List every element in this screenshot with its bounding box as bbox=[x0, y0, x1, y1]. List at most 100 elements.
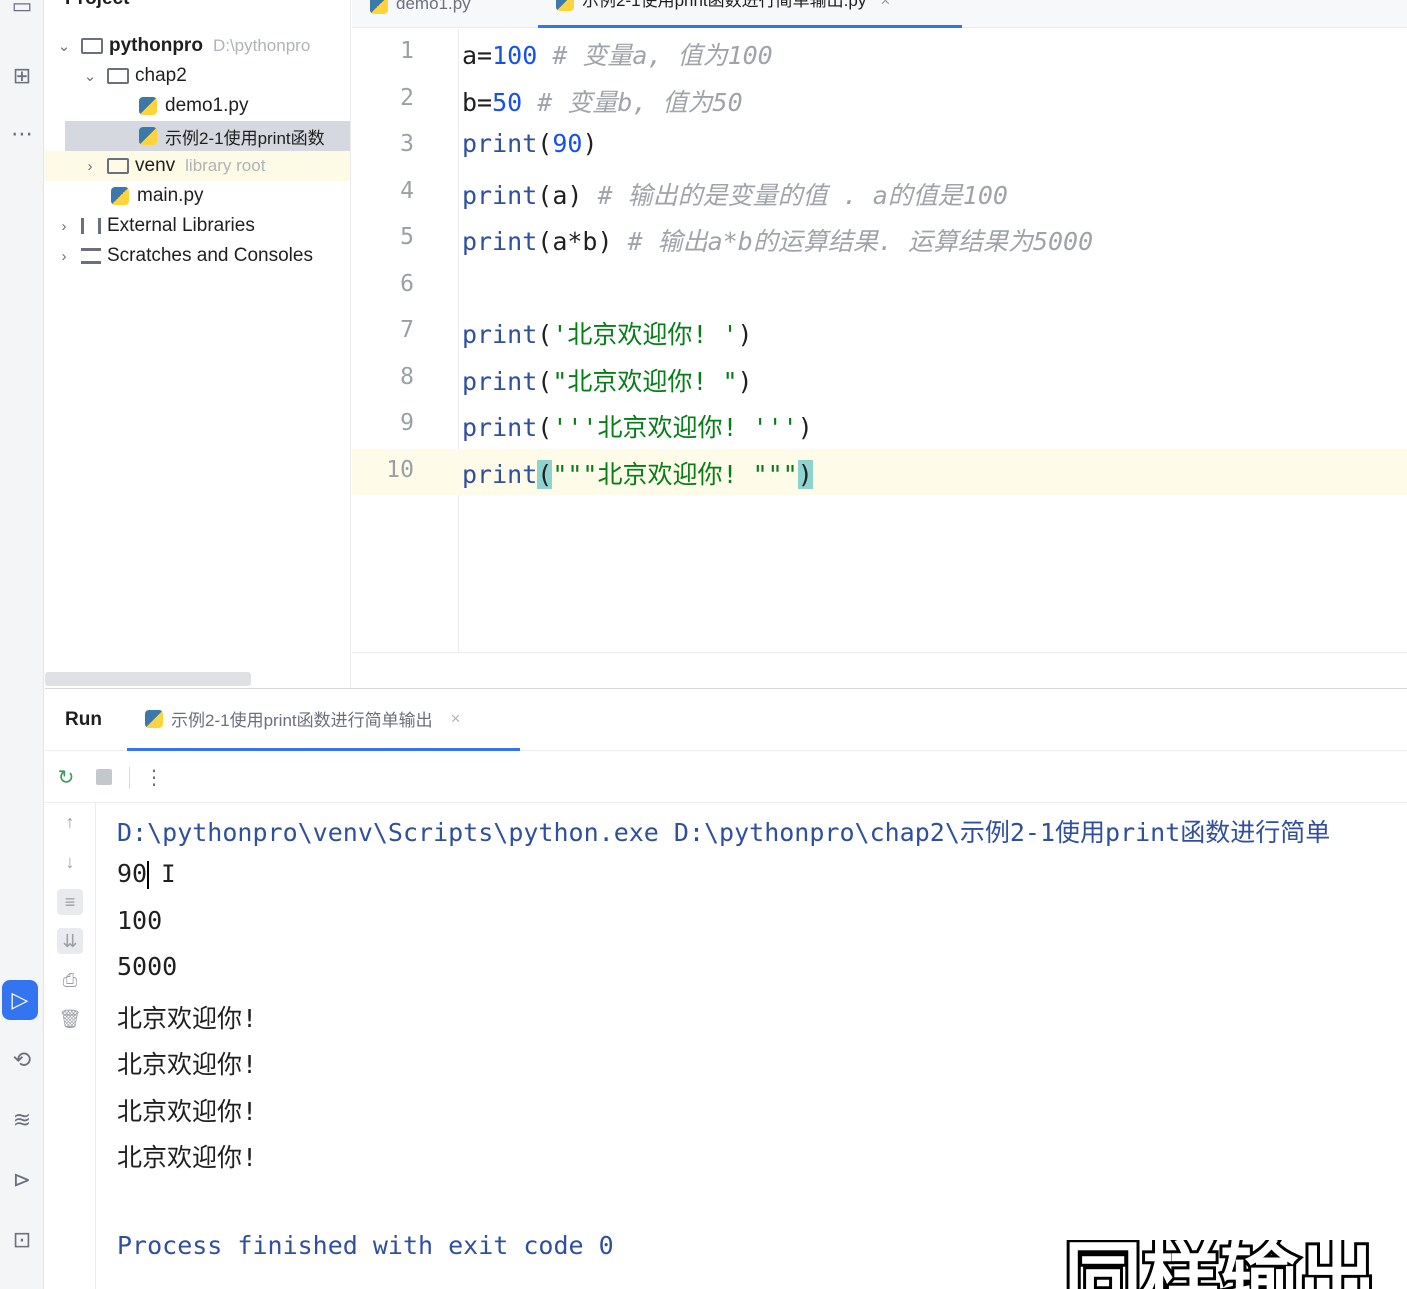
code-text: print('''北京欢迎你! ''') bbox=[462, 413, 813, 442]
python-file-icon bbox=[556, 0, 574, 11]
project-scrollbar[interactable] bbox=[45, 672, 251, 686]
tab-demo1[interactable]: demo1.py bbox=[370, 0, 530, 28]
tree-label-root: pythonpro bbox=[109, 35, 203, 56]
terminal-icon[interactable]: ⊡ bbox=[0, 1220, 44, 1260]
tree-item-pythonpro[interactable]: ⌄ pythonpro D:\pythonpro bbox=[45, 31, 350, 61]
tree-label-example: 示例2-1使用print函数 bbox=[165, 128, 325, 148]
chevron-right-icon[interactable]: › bbox=[81, 158, 99, 175]
tree-label-main: main.py bbox=[137, 185, 204, 206]
line-number: 3 bbox=[400, 131, 414, 157]
code-line[interactable]: 9 print('''北京欢迎你! ''') bbox=[352, 402, 1407, 448]
tree-item-chap2[interactable]: ⌄ chap2 bbox=[45, 61, 350, 91]
soft-wrap-icon[interactable]: ≡ bbox=[57, 889, 83, 915]
code-line[interactable]: 7 print('北京欢迎你! ') bbox=[352, 309, 1407, 355]
run-icon[interactable]: ▷ bbox=[2, 980, 38, 1020]
code-line-current[interactable]: 10 print("""北京欢迎你! """) bbox=[352, 449, 1407, 495]
code-editor[interactable]: demo1.py 示例2-1使用print函数进行简单输出.py × 1 a=1… bbox=[352, 0, 1407, 656]
python-file-icon bbox=[370, 0, 388, 14]
python-file-icon bbox=[145, 709, 163, 728]
structure-icon[interactable]: ⊞ bbox=[0, 56, 44, 96]
video-caption-overlay: 同样输出 bbox=[1064, 1240, 1407, 1289]
line-number: 5 bbox=[400, 224, 414, 250]
project-tool-icon[interactable]: ▭ bbox=[0, 0, 44, 26]
console-line: 北京欢迎你! bbox=[117, 1143, 258, 1172]
line-number: 9 bbox=[400, 410, 414, 436]
python-console-icon[interactable]: ⟲ bbox=[0, 1040, 44, 1080]
code-line[interactable]: 5 print(a*b) # 输出a*b的运算结果. 运算结果为5000 bbox=[352, 216, 1407, 262]
tab-label: demo1.py bbox=[396, 0, 471, 13]
console-line-text: 90 bbox=[117, 859, 148, 888]
run-header: Run 示例2-1使用print函数进行简单输出 × bbox=[45, 689, 1407, 751]
rerun-icon[interactable]: ↻ bbox=[53, 764, 79, 790]
chevron-down-icon[interactable]: ⌄ bbox=[81, 67, 99, 85]
code-text: b=50 # 变量b, 值为50 bbox=[462, 88, 743, 117]
text-cursor bbox=[147, 861, 150, 889]
trash-icon[interactable]: 🗑 bbox=[57, 1006, 83, 1032]
code-text: print(a) # 输出的是变量的值 . a的值是100 bbox=[462, 181, 1008, 210]
venv-hint: library root bbox=[185, 156, 266, 175]
close-icon[interactable]: × bbox=[880, 0, 890, 11]
line-number: 1 bbox=[400, 38, 414, 64]
activity-bar: ▭ ⊞ ⋯ ▷ ⟲ ≋ ⊳ ⊡ bbox=[0, 0, 44, 1289]
python-file-icon bbox=[139, 97, 157, 115]
console-line: 90 I bbox=[117, 859, 176, 889]
tree-item-main[interactable]: main.py bbox=[45, 181, 350, 211]
stop-icon[interactable] bbox=[91, 764, 117, 790]
editor-tab-bar: demo1.py 示例2-1使用print函数进行简单输出.py × bbox=[352, 0, 1407, 28]
console-line: 5000 bbox=[117, 952, 178, 981]
line-number: 7 bbox=[400, 317, 414, 343]
code-line[interactable]: 2 b=50 # 变量b, 值为50 bbox=[352, 77, 1407, 123]
services-icon[interactable]: ⊳ bbox=[0, 1160, 44, 1200]
code-text: a=100 # 变量a, 值为100 bbox=[462, 41, 773, 70]
console-exit-message: Process finished with exit code 0 bbox=[117, 1231, 614, 1260]
folder-icon bbox=[107, 158, 129, 174]
print-icon[interactable]: ⎙ bbox=[57, 967, 83, 993]
tab-example-2-1[interactable]: 示例2-1使用print函数进行简单输出.py × bbox=[538, 0, 962, 28]
library-icon bbox=[81, 218, 101, 234]
more-icon[interactable]: ⋯ bbox=[0, 114, 44, 154]
toolbar-separator bbox=[129, 767, 130, 789]
code-text: print(90) bbox=[462, 129, 598, 158]
console-line: 北京欢迎你! bbox=[117, 1050, 258, 1079]
tree-item-demo1[interactable]: demo1.py bbox=[45, 91, 350, 121]
up-arrow-icon[interactable]: ↑ bbox=[57, 809, 83, 835]
more-vertical-icon[interactable]: ⋮ bbox=[141, 764, 167, 790]
editor-divider bbox=[352, 652, 1407, 653]
tree-item-example-2-1[interactable]: 示例2-1使用print函数 bbox=[65, 121, 350, 151]
run-title: Run bbox=[65, 709, 102, 730]
code-line[interactable]: 1 a=100 # 变量a, 值为100 bbox=[352, 30, 1407, 76]
line-number: 4 bbox=[400, 178, 414, 204]
tree-item-venv[interactable]: › venv library root bbox=[45, 151, 350, 181]
scroll-to-end-icon[interactable]: ⇊ bbox=[57, 928, 83, 954]
down-arrow-icon[interactable]: ↓ bbox=[57, 849, 83, 875]
line-number: 6 bbox=[400, 271, 414, 297]
close-icon[interactable]: × bbox=[451, 709, 461, 729]
code-line[interactable]: 6 bbox=[352, 263, 1407, 309]
run-side-toolbar: ↑ ↓ ≡ ⇊ ⎙ 🗑 bbox=[45, 803, 96, 1289]
code-text: print("北京欢迎你! ") bbox=[462, 367, 753, 396]
console-output[interactable]: D:\pythonpro\venv\Scripts\python.exe D:\… bbox=[117, 803, 1407, 1289]
chevron-down-icon[interactable]: ⌄ bbox=[55, 37, 73, 55]
tree-item-scratches[interactable]: › Scratches and Consoles bbox=[45, 241, 350, 271]
run-tool-window: Run 示例2-1使用print函数进行简单输出 × ↻ ⋮ ↑ ↓ ≡ ⇊ ⎙… bbox=[45, 688, 1407, 1289]
console-line: 100 bbox=[117, 906, 163, 935]
code-text: print("""北京欢迎你! """) bbox=[462, 460, 813, 489]
code-line[interactable]: 8 print("北京欢迎你! ") bbox=[352, 356, 1407, 402]
tree-label-external: External Libraries bbox=[107, 215, 255, 236]
chevron-right-icon[interactable]: › bbox=[55, 218, 73, 235]
caption-text: 同样输出 bbox=[1064, 1240, 1379, 1289]
chevron-right-icon[interactable]: › bbox=[55, 248, 73, 265]
scratches-icon bbox=[81, 248, 101, 264]
line-number: 8 bbox=[400, 364, 414, 390]
console-command: D:\pythonpro\venv\Scripts\python.exe D:\… bbox=[117, 818, 1331, 847]
code-line[interactable]: 4 print(a) # 输出的是变量的值 . a的值是100 bbox=[352, 170, 1407, 216]
code-line[interactable]: 3 print(90) bbox=[352, 123, 1407, 169]
tree-label-demo1: demo1.py bbox=[165, 95, 249, 116]
layers-icon[interactable]: ≋ bbox=[0, 1100, 44, 1140]
tree-label-venv: venv bbox=[135, 155, 176, 176]
tree-label-scratches: Scratches and Consoles bbox=[107, 245, 313, 266]
tree-item-external-libraries[interactable]: › External Libraries bbox=[45, 211, 350, 241]
run-tab-example-2-1[interactable]: 示例2-1使用print函数进行简单输出 × bbox=[127, 689, 520, 751]
project-panel-title[interactable]: Project bbox=[65, 0, 129, 10]
run-toolbar: ↻ ⋮ bbox=[45, 751, 1407, 803]
